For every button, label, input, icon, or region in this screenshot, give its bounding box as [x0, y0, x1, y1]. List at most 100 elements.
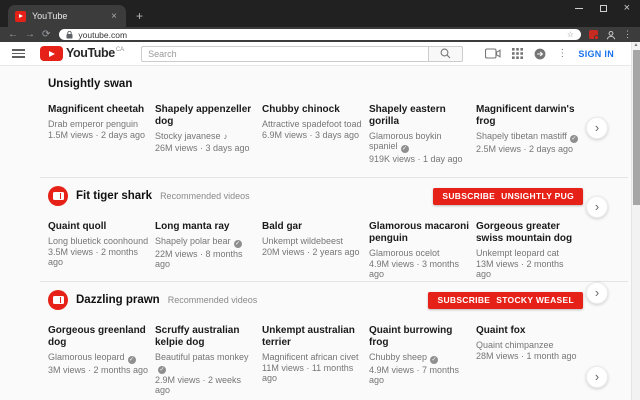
section-title[interactable]: Dazzling prawn — [76, 294, 160, 306]
carousel-next-button[interactable]: › — [586, 117, 608, 139]
video-channel[interactable]: Long bluetick coonhound — [48, 236, 150, 246]
section-title: Unsightly swan — [48, 78, 133, 90]
video-channel[interactable]: Glamorous ocelot — [369, 248, 471, 258]
window-maximize-icon[interactable] — [599, 5, 607, 12]
window-minimize-icon[interactable] — [574, 8, 583, 9]
video-channel[interactable]: Beautiful patas monkey — [155, 352, 257, 374]
subscribe-channel-label: UNSIGHTLY PUG — [501, 191, 574, 201]
messages-icon[interactable] — [534, 48, 546, 60]
video-channel[interactable]: Unkempt leopard cat — [476, 248, 578, 258]
forward-icon[interactable]: → — [25, 29, 35, 40]
section-subtitle: Recommended videos — [160, 191, 250, 201]
refresh-icon[interactable]: ⟳ — [42, 29, 50, 40]
youtube-logo[interactable]: YouTube CA — [40, 46, 124, 61]
channel-avatar-icon[interactable] — [48, 186, 68, 206]
video-channel[interactable]: Magnificent african civet — [262, 352, 364, 362]
lock-icon — [66, 30, 73, 38]
header-menu-icon[interactable]: ⋮ — [557, 48, 567, 59]
video-channel[interactable]: Shapely tibetan mastiff — [476, 131, 578, 143]
video-title[interactable]: Long manta ray — [155, 221, 257, 233]
browser-menu-icon[interactable]: ⋮ — [623, 29, 632, 40]
video-card: Quaint quoll Long bluetick coonhound 3.5… — [48, 221, 150, 279]
verified-badge-icon — [430, 356, 439, 364]
subscribe-label: SUBSCRIBE — [437, 295, 491, 305]
chevron-right-icon: › — [594, 198, 600, 214]
video-title[interactable]: Quaint burrowing frog — [369, 325, 471, 349]
upload-video-icon[interactable] — [485, 48, 501, 59]
scrollbar-thumb[interactable] — [633, 50, 640, 205]
video-title[interactable]: Unkempt australian terrier — [262, 325, 364, 349]
url-bar[interactable]: youtube.com ☆ — [59, 29, 581, 40]
video-title[interactable]: Magnificent darwin's frog — [476, 104, 578, 128]
browser-toolbar: ← → ⟳ youtube.com ☆ ⋮ — [0, 27, 640, 42]
video-meta: 6.9M views · 3 days ago — [262, 130, 360, 140]
apps-grid-icon[interactable] — [512, 48, 524, 59]
youtube-header: YouTube CA ⋮ SIGN IN — [0, 42, 640, 66]
new-tab-button[interactable]: + — [136, 9, 143, 23]
verified-badge-icon — [127, 356, 136, 364]
video-title[interactable]: Gorgeous greater swiss mountain dog — [476, 221, 578, 245]
video-meta: 4.9M views · 3 months ago — [369, 259, 460, 279]
video-row: Magnificent cheetah Drab emperor penguin… — [48, 104, 583, 164]
channel-name: Quaint chimpanzee — [476, 340, 554, 350]
subscribe-button[interactable]: SUBSCRIBE STOCKY WEASEL — [428, 291, 583, 309]
back-icon[interactable]: ← — [8, 29, 18, 40]
video-title[interactable]: Shapely eastern gorilla — [369, 104, 471, 128]
video-meta: 4.9M views · 7 months ago — [369, 365, 460, 385]
video-card: Shapely appenzeller dog Stocky javanese … — [155, 104, 257, 164]
video-channel[interactable]: Glamorous leopard — [48, 352, 150, 364]
channel-name: Chubby sheep — [369, 352, 428, 362]
browser-tab[interactable]: YouTube × — [8, 5, 126, 27]
video-card: Gorgeous greenland dog Glamorous leopard… — [48, 325, 150, 395]
channel-name: Shapely tibetan mastiff — [476, 131, 567, 141]
url-text: youtube.com — [78, 29, 128, 40]
video-title[interactable]: Glamorous macaroni penguin — [369, 221, 471, 245]
video-channel[interactable]: Quaint chimpanzee — [476, 340, 578, 350]
video-title[interactable]: Magnificent cheetah — [48, 104, 150, 116]
carousel-next-button[interactable]: › — [586, 366, 608, 388]
sign-in-button[interactable]: SIGN IN — [578, 49, 614, 59]
browser-tab-bar: YouTube × + × — [0, 0, 640, 27]
search-input[interactable] — [141, 45, 430, 62]
page-scrollbar[interactable]: ▲ — [631, 42, 640, 400]
section-title[interactable]: Fit tiger shark — [76, 190, 152, 202]
carousel-next-button[interactable]: › — [586, 196, 608, 218]
search-area — [141, 45, 464, 62]
extension-icon[interactable] — [589, 30, 599, 40]
video-meta: 3M views · 2 months ago — [48, 365, 149, 375]
search-button[interactable] — [429, 45, 464, 62]
hamburger-menu-icon[interactable] — [12, 47, 25, 60]
video-channel[interactable]: Shapely polar bear — [155, 236, 257, 248]
video-card: Quaint fox Quaint chimpanzee 28M views ·… — [476, 325, 578, 395]
tab-close-icon[interactable]: × — [109, 11, 119, 22]
video-meta: 2.5M views · 2 days ago — [476, 144, 574, 154]
video-title[interactable]: Bald gar — [262, 221, 364, 233]
bookmark-star-icon[interactable]: ☆ — [567, 30, 574, 39]
window-close-icon[interactable]: × — [624, 3, 630, 14]
channel-avatar-icon[interactable] — [48, 290, 68, 310]
video-channel[interactable]: Chubby sheep — [369, 352, 471, 364]
profile-icon[interactable] — [606, 30, 616, 40]
video-title[interactable]: Scruffy australian kelpie dog — [155, 325, 257, 349]
video-channel[interactable]: Unkempt wildebeest — [262, 236, 364, 246]
video-channel[interactable]: Drab emperor penguin — [48, 119, 150, 129]
video-meta: 28M views · 1 month ago — [476, 351, 577, 361]
channel-name: Attractive spadefoot toad — [262, 119, 362, 129]
carousel-next-button[interactable]: › — [586, 282, 608, 304]
verified-badge-icon — [233, 240, 242, 248]
video-title[interactable]: Chubby chinock — [262, 104, 364, 116]
video-channel[interactable]: Glamorous boykin spaniel — [369, 131, 471, 153]
video-channel[interactable]: Attractive spadefoot toad — [262, 119, 364, 129]
youtube-region-label: CA — [115, 47, 125, 53]
video-card: Unkempt australian terrier Magnificent a… — [262, 325, 364, 395]
video-title[interactable]: Shapely appenzeller dog — [155, 104, 257, 128]
header-actions: ⋮ SIGN IN — [485, 48, 628, 60]
video-card: Scruffy australian kelpie dog Beautiful … — [155, 325, 257, 395]
video-channel[interactable]: Stocky javanese — [155, 131, 257, 142]
feed-section: Fit tiger shark Recommended videos SUBSC… — [48, 185, 583, 279]
video-title[interactable]: Quaint quoll — [48, 221, 150, 233]
subscribe-button[interactable]: SUBSCRIBE UNSIGHTLY PUG — [433, 187, 583, 205]
video-title[interactable]: Gorgeous greenland dog — [48, 325, 150, 349]
video-title[interactable]: Quaint fox — [476, 325, 578, 337]
scrollbar-up-icon[interactable]: ▲ — [632, 42, 640, 49]
